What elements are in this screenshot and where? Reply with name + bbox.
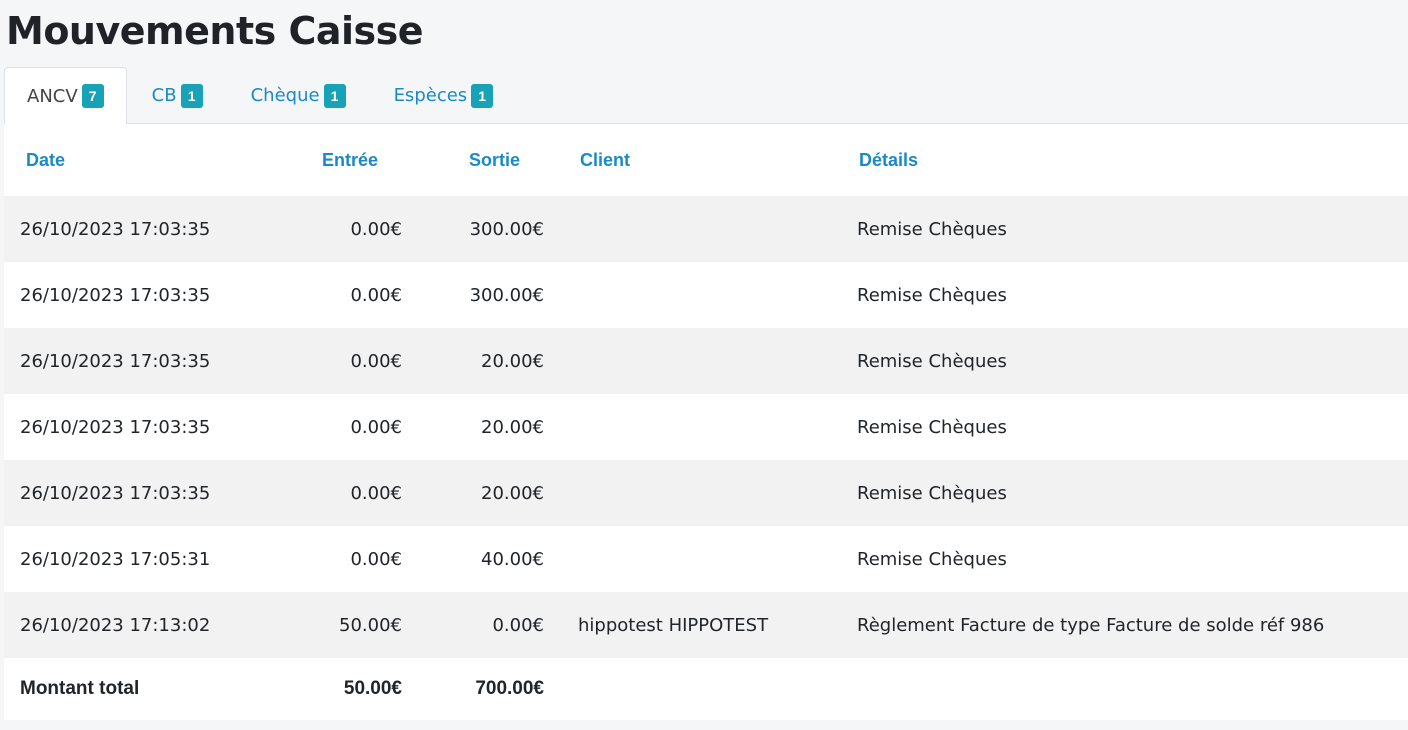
cell-date: 26/10/2023 17:03:35 [20, 416, 211, 438]
cell-details: Remise Chèques [857, 218, 1007, 240]
cell-date: 26/10/2023 17:05:31 [20, 548, 211, 570]
table-header-row: Date Entrée Sortie Client Détails [4, 124, 1408, 196]
cell-sortie: 20.00€ [481, 350, 544, 372]
table-row: 26/10/2023 17:03:35 0.00€ 20.00€ Remise … [4, 394, 1408, 460]
cell-date: 26/10/2023 17:03:35 [20, 284, 211, 306]
table-row: 26/10/2023 17:05:31 0.00€ 40.00€ Remise … [4, 526, 1408, 592]
tab-cheque[interactable]: Chèque 1 [228, 67, 369, 123]
total-entree: 50.00€ [343, 678, 402, 699]
movements-table-container: Date Entrée Sortie Client Détails 26/10/… [4, 124, 1408, 720]
cell-date: 26/10/2023 17:03:35 [20, 350, 211, 372]
cell-entree: 0.00€ [350, 350, 402, 372]
cell-client [544, 460, 823, 526]
count-badge: 7 [81, 84, 104, 108]
cell-sortie: 300.00€ [469, 284, 544, 306]
tab-ancv[interactable]: ANCV 7 [4, 67, 127, 124]
cell-date: 26/10/2023 17:03:35 [20, 482, 211, 504]
column-header-sortie[interactable]: Sortie [402, 124, 544, 196]
table-row: 26/10/2023 17:03:35 0.00€ 20.00€ Remise … [4, 460, 1408, 526]
cell-sortie: 20.00€ [481, 416, 544, 438]
movements-table: Date Entrée Sortie Client Détails 26/10/… [4, 124, 1408, 720]
tab-cb[interactable]: CB 1 [129, 67, 226, 123]
count-badge: 1 [180, 83, 203, 108]
total-sortie: 700.00€ [475, 678, 544, 699]
total-label: Montant total [20, 678, 140, 699]
cell-sortie: 40.00€ [481, 548, 544, 570]
tab-especes[interactable]: Espèces 1 [371, 67, 517, 123]
column-header-date[interactable]: Date [4, 124, 216, 196]
total-client-empty [544, 658, 823, 720]
cell-client [544, 394, 823, 460]
cell-entree: 0.00€ [350, 284, 402, 306]
count-badge: 1 [471, 83, 494, 108]
page: Mouvements Caisse ANCV 7 CB 1 Chèque 1 E… [0, 0, 1408, 730]
column-header-client[interactable]: Client [544, 124, 823, 196]
cell-details: Remise Chèques [857, 482, 1007, 504]
cell-details: Remise Chèques [857, 548, 1007, 570]
cell-client: hippotest HIPPOTEST [578, 614, 769, 636]
tab-label: Espèces [393, 85, 468, 106]
cell-entree: 0.00€ [350, 548, 402, 570]
table-row: 26/10/2023 17:13:02 50.00€ 0.00€ hippote… [4, 592, 1408, 658]
cell-entree: 0.00€ [350, 416, 402, 438]
cell-client [544, 328, 823, 394]
cell-entree: 0.00€ [350, 482, 402, 504]
column-header-entree[interactable]: Entrée [216, 124, 402, 196]
cell-details: Remise Chèques [857, 284, 1007, 306]
cell-entree: 50.00€ [339, 614, 402, 636]
table-row: 26/10/2023 17:03:35 0.00€ 300.00€ Remise… [4, 262, 1408, 328]
cell-entree: 0.00€ [350, 218, 402, 240]
count-badge: 1 [323, 83, 346, 108]
cell-details: Règlement Facture de type Facture de sol… [857, 614, 1325, 636]
table-row: 26/10/2023 17:03:35 0.00€ 20.00€ Remise … [4, 328, 1408, 394]
cell-client [544, 196, 823, 262]
cell-client [544, 262, 823, 328]
column-header-details[interactable]: Détails [823, 124, 1408, 196]
cell-date: 26/10/2023 17:03:35 [20, 218, 211, 240]
tab-label: Chèque [250, 85, 320, 106]
cell-date: 26/10/2023 17:13:02 [20, 614, 211, 636]
cell-sortie: 20.00€ [481, 482, 544, 504]
table-row: 26/10/2023 17:03:35 0.00€ 300.00€ Remise… [4, 196, 1408, 262]
tab-label: CB [151, 85, 177, 106]
cell-sortie: 300.00€ [469, 218, 544, 240]
total-details-empty [823, 658, 1408, 720]
cell-details: Remise Chèques [857, 350, 1007, 372]
cell-details: Remise Chèques [857, 416, 1007, 438]
tab-label: ANCV [27, 85, 78, 107]
cell-sortie: 0.00€ [492, 614, 544, 636]
page-title: Mouvements Caisse [6, 9, 424, 53]
table-total-row: Montant total 50.00€ 700.00€ [4, 658, 1408, 720]
payment-type-tabs: ANCV 7 CB 1 Chèque 1 Espèces 1 [4, 67, 1408, 124]
cell-client [544, 526, 823, 592]
